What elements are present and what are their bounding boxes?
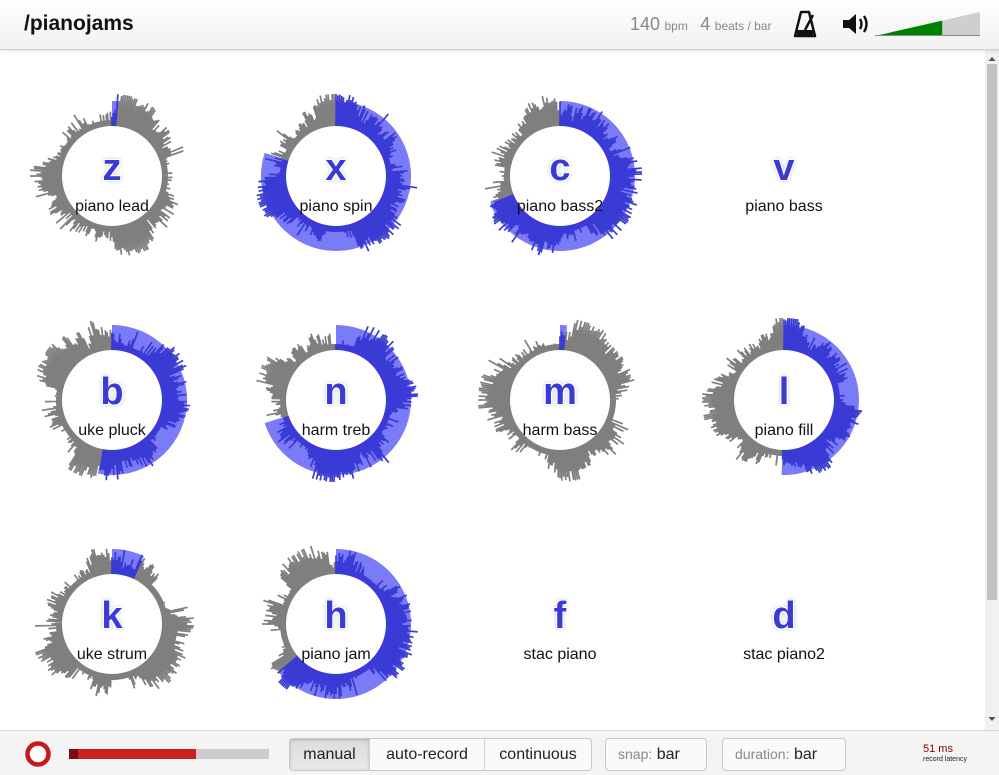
pad-label: piano fill (754, 422, 814, 439)
pad-label: stac piano2 (743, 646, 825, 663)
tempo-display[interactable]: 140 bpm 4 beats / bar (630, 14, 779, 35)
pad-l[interactable]: l piano fill (684, 300, 884, 500)
page-title: /pianojams (24, 12, 134, 35)
pad-b[interactable]: b uke pluck (12, 300, 212, 500)
pad-key-letter: h (324, 595, 348, 637)
duration-value: bar (793, 746, 818, 763)
speaker-icon[interactable] (841, 11, 873, 37)
snap-label: snap: (618, 746, 653, 762)
pad-k[interactable]: k uke strum (12, 524, 212, 724)
pad-z[interactable]: z piano lead (12, 76, 212, 276)
pad-key-letter: d (772, 595, 796, 637)
pad-n[interactable]: n harm treb (236, 300, 436, 500)
beats-value: 4 (700, 14, 711, 34)
pad-label: stac piano (523, 646, 597, 663)
pad-label: piano spin (299, 198, 373, 215)
bpm-unit: bpm (664, 19, 688, 33)
pad-label: piano bass2 (516, 198, 604, 215)
duration-label: duration: (735, 746, 790, 762)
pad-label: harm bass (522, 422, 598, 439)
scroll-down-arrow-icon[interactable] (985, 712, 999, 726)
latency-label: record latency (923, 756, 967, 763)
pad-key-letter: k (101, 595, 123, 637)
pad-key-letter: b (100, 371, 124, 413)
beats-unit: beats / bar (714, 19, 772, 33)
pad-key-letter: n (324, 371, 348, 413)
pad-key-letter: l (778, 371, 790, 413)
header-bar: /pianojams 140 bpm 4 beats / bar (0, 0, 999, 50)
record-icon[interactable] (24, 740, 52, 768)
duration-dropdown[interactable]: duration: bar ▲ (722, 738, 846, 771)
pad-key-letter: m (543, 371, 577, 413)
input-level-fill (78, 749, 197, 759)
metronome-icon[interactable] (793, 10, 817, 38)
input-level-meter (69, 749, 269, 759)
mode-auto-record-button[interactable]: auto-record (370, 739, 485, 770)
pad-d[interactable]: d stac piano2 (684, 524, 884, 724)
pad-h[interactable]: h piano jam (236, 524, 436, 724)
pad-label: uke strum (76, 646, 148, 663)
mode-manual-button[interactable]: manual (290, 739, 370, 770)
latency-value: 51 ms (923, 743, 953, 755)
pad-key-letter: z (102, 147, 122, 189)
bpm-value: 140 (630, 14, 661, 34)
pad-m[interactable]: m harm bass (460, 300, 660, 500)
footer-bar: manual auto-record continuous snap: bar … (0, 730, 999, 775)
pad-key-letter: c (549, 147, 571, 189)
mode-continuous-button[interactable]: continuous (485, 739, 591, 770)
pad-label: piano lead (75, 198, 149, 215)
scrollbar[interactable] (985, 50, 999, 730)
pad-key-letter: v (773, 147, 795, 189)
snap-dropdown[interactable]: snap: bar ▲ (605, 738, 707, 771)
pad-x[interactable]: x piano spin (236, 76, 436, 276)
pad-label: uke pluck (78, 422, 146, 439)
record-mode-group: manual auto-record continuous (289, 738, 592, 771)
pad-v[interactable]: v piano bass (684, 76, 884, 276)
volume-slider[interactable] (875, 12, 980, 36)
pad-f[interactable]: f stac piano (460, 524, 660, 724)
pad-key-letter: x (325, 147, 347, 189)
pad-c[interactable]: c piano bass2 (460, 76, 660, 276)
pad-grid: z piano lead x piano spin c piano bass2 v piano… (0, 50, 985, 730)
pad-label: harm treb (301, 422, 371, 439)
scroll-thumb[interactable] (987, 64, 997, 600)
record-latency: 51 ms record latency (923, 743, 983, 764)
pad-label: piano bass (745, 198, 823, 215)
input-level-peak (69, 749, 78, 759)
pad-label: piano jam (301, 646, 371, 663)
snap-value: bar (656, 746, 680, 763)
pad-key-letter: f (553, 595, 567, 637)
